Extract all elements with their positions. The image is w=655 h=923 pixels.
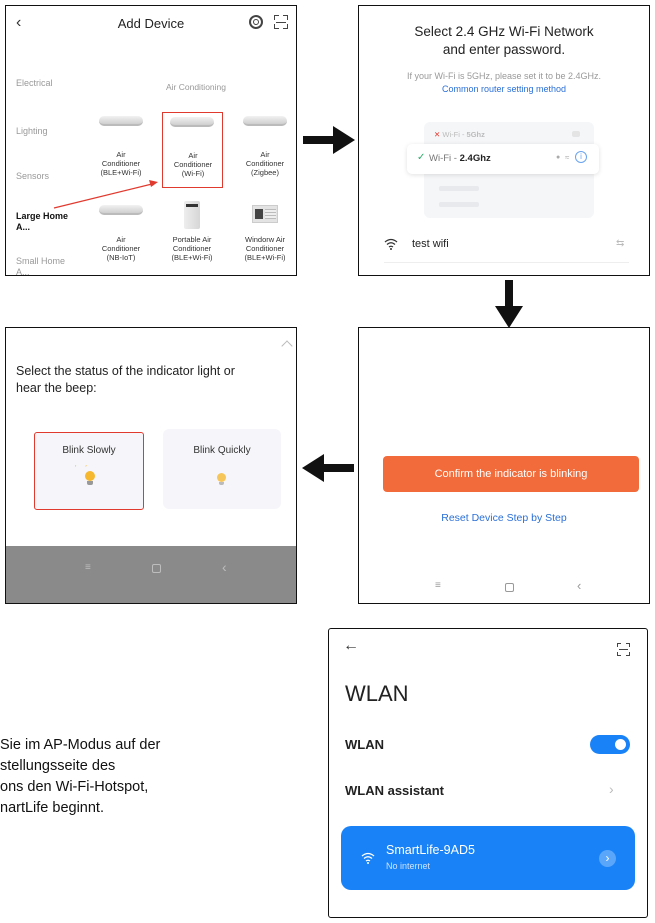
page-title: Select 2.4 GHz Wi-Fi Network and enter p… (414, 24, 594, 57)
switch-network-icon[interactable]: ⇆ (616, 238, 624, 249)
ssid-field[interactable]: test wifi ⇆ (384, 236, 629, 258)
good-network-row: ✓ Wi-Fi - 2.4Ghz ● ≈ i (407, 144, 599, 174)
network-item-smartlife[interactable]: SmartLife-9AD5 No internet › (341, 826, 635, 890)
lock-icon: ● (556, 154, 561, 161)
network-details-icon[interactable]: › (599, 850, 616, 867)
add-device-screen: ‹ Add Device Electrical Lighting Sensors… (5, 5, 297, 276)
indicator-question: Select the status of the indicator light… (16, 364, 235, 395)
info-icon[interactable]: i (575, 151, 587, 163)
network-status: No internet (386, 861, 431, 871)
arrow-right-icon (303, 126, 355, 154)
band-hint: If your Wi-Fi is 5GHz, please set it to … (406, 71, 602, 81)
chevron-right-icon: › (609, 781, 614, 797)
confirm-indicator-screen: Confirm the indicator is blinking Reset … (358, 327, 650, 604)
wlan-assistant-row[interactable]: WLAN assistant › (345, 779, 635, 803)
back-icon[interactable]: ‹ (577, 578, 581, 593)
menu-icon[interactable]: ≡ (435, 580, 441, 591)
home-icon[interactable] (152, 564, 161, 573)
router-setting-link[interactable]: Common router setting method (359, 84, 649, 94)
check-icon: ✓ (417, 152, 426, 163)
indicator-status-screen: Select the status of the indicator light… (5, 327, 297, 604)
arrow-left-icon (302, 454, 354, 482)
blink-quickly-option[interactable]: Blink Quickly (163, 429, 281, 509)
bulb-blinking-icon (85, 471, 95, 485)
bad-network-row: ✕ Wi-Fi - 5Ghz (434, 130, 485, 139)
network-name: SmartLife-9AD5 (386, 843, 475, 857)
wifi-select-screen: Select 2.4 GHz Wi-Fi Network and enter p… (358, 5, 650, 276)
blink-slowly-option[interactable]: Blink Slowly ′′ (34, 432, 144, 510)
arrow-down-icon (495, 280, 523, 328)
qr-scan-icon[interactable] (617, 643, 630, 656)
wlan-toggle-switch[interactable] (590, 735, 630, 754)
chevron-up-icon[interactable] (281, 340, 293, 352)
menu-icon[interactable]: ≡ (85, 562, 91, 573)
cross-icon: ✕ (434, 130, 441, 139)
confirm-blinking-button[interactable]: Confirm the indicator is blinking (383, 456, 639, 492)
wlan-settings-screen: ← WLAN WLAN WLAN assistant › SmartLife-9… (328, 628, 648, 918)
page-title: WLAN (345, 681, 409, 706)
back-icon[interactable]: ‹ (222, 559, 227, 575)
instruction-caption: Sie im AP-Modus auf der stellungsseite d… (0, 737, 161, 816)
wifi-icon (361, 852, 375, 864)
wlan-toggle-row[interactable]: WLAN (345, 733, 635, 757)
reset-device-link[interactable]: Reset Device Step by Step (359, 512, 649, 524)
wifi-icon (384, 238, 398, 250)
system-nav-bar: ≡ ‹ (359, 568, 649, 603)
ssid-value: test wifi (412, 238, 449, 250)
back-arrow-icon[interactable]: ← (343, 637, 359, 655)
wifi-signal-icon: ≈ (565, 153, 570, 162)
system-nav-bar: ≡ ‹ (6, 546, 296, 603)
bulb-icon (217, 473, 226, 485)
pointer-arrow-icon (53, 180, 158, 209)
home-icon[interactable] (505, 583, 514, 592)
